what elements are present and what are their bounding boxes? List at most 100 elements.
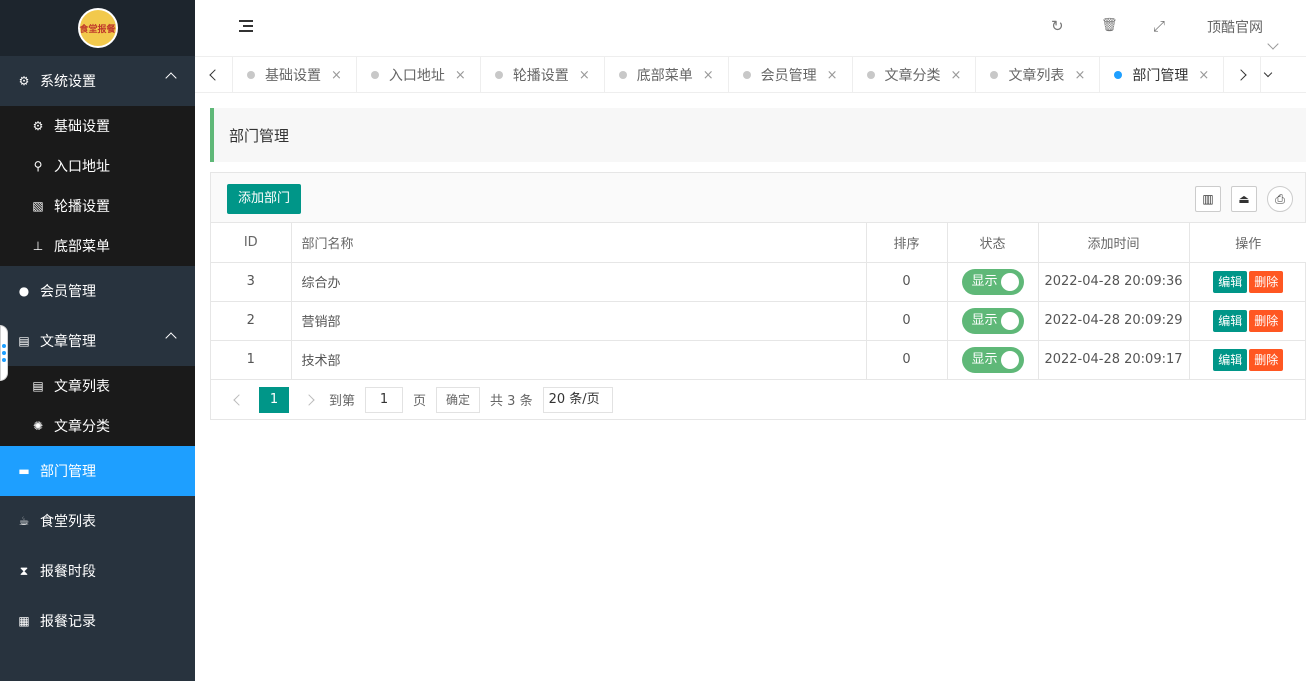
tab-departments[interactable]: 部门管理 × <box>1099 57 1223 93</box>
close-icon[interactable]: × <box>1198 68 1209 83</box>
sidebar-item-article-category[interactable]: ✺ 文章分类 <box>0 406 195 446</box>
sidebar-item-meal-periods[interactable]: ⧗ 报餐时段 <box>0 546 195 596</box>
sidebar-item-entry-address[interactable]: ⚲ 入口地址 <box>0 146 195 186</box>
sidebar-item-label: 入口地址 <box>54 159 110 175</box>
top-header: ↻ 🗑 ⤢ 顶酷官网 ⋮ <box>195 0 1306 56</box>
tab-dot <box>990 71 999 79</box>
chevron-down-icon[interactable] <box>1267 38 1279 50</box>
official-site-link[interactable]: 顶酷官网 <box>1207 17 1263 37</box>
user-icon: ● <box>18 284 30 298</box>
tab-article-category[interactable]: 文章分类 × <box>851 57 976 93</box>
sidebar-item-label: 会员管理 <box>40 284 96 300</box>
column-header-name[interactable]: 部门名称 <box>291 223 867 263</box>
tab-options-button[interactable] <box>1260 57 1274 93</box>
cell-status: 显示 <box>947 262 1039 302</box>
close-icon[interactable]: × <box>951 68 962 83</box>
edit-button[interactable]: 编辑 <box>1213 270 1248 293</box>
table-row[interactable]: 2 营销部 0 显示 2022-04-28 20:09:29 编辑 删除 <box>211 301 1306 341</box>
tab-bottom-menu[interactable]: 底部菜单 × <box>603 57 728 93</box>
tab-dot <box>618 71 627 79</box>
tab-scroll-right-button[interactable] <box>1223 57 1260 93</box>
prev-page-icon[interactable] <box>233 393 245 406</box>
sidebar-item-label: 文章分类 <box>54 419 110 435</box>
columns-filter-button[interactable]: ▥ <box>1195 186 1221 212</box>
tab-dot <box>1114 71 1123 79</box>
goto-confirm-button[interactable]: 确定 <box>436 386 481 413</box>
tab-article-list[interactable]: 文章列表 × <box>975 57 1099 93</box>
cell-time: 2022-04-28 20:09:29 <box>1038 301 1190 341</box>
current-page-button[interactable]: 1 <box>259 386 289 413</box>
sidebar-item-articles[interactable]: ▤ 文章管理 <box>0 316 195 366</box>
tab-members[interactable]: 会员管理 × <box>727 57 852 93</box>
sidebar-drag-handle[interactable] <box>0 325 8 381</box>
delete-button[interactable]: 删除 <box>1249 309 1284 332</box>
edit-button[interactable]: 编辑 <box>1213 309 1248 332</box>
sidebar-item-article-list[interactable]: ▤ 文章列表 <box>0 366 195 406</box>
trash-icon[interactable]: 🗑 <box>1101 18 1118 33</box>
status-toggle[interactable]: 显示 <box>961 268 1024 295</box>
sidebar-item-canteens[interactable]: ☕ 食堂列表 <box>0 496 195 546</box>
gears-icon: ⚙ <box>18 74 30 88</box>
sidebar-item-system-settings[interactable]: ⚙ 系统设置 <box>0 56 195 106</box>
export-button[interactable]: ⏏ <box>1231 186 1257 212</box>
close-icon[interactable]: × <box>827 68 838 83</box>
sidebar-item-carousel-settings[interactable]: ▧ 轮播设置 <box>0 186 195 226</box>
tab-carousel-settings[interactable]: 轮播设置 × <box>479 57 604 93</box>
handle-dot <box>2 351 6 355</box>
gear-icon: ⚙ <box>32 119 44 133</box>
logo[interactable]: 食堂报餐 <box>0 0 195 56</box>
column-header-sort[interactable]: 排序 <box>866 223 948 263</box>
sidebar-item-meal-records[interactable]: ▦ 报餐记录 <box>0 596 195 646</box>
delete-button[interactable]: 删除 <box>1249 348 1284 371</box>
search-icon: ⚲ <box>33 159 43 173</box>
close-icon[interactable]: × <box>455 68 466 83</box>
table-row[interactable]: 3 综合办 0 显示 2022-04-28 20:09:36 编辑 删除 <box>211 262 1306 302</box>
status-toggle[interactable]: 显示 <box>961 346 1024 373</box>
tab-dot <box>494 71 503 79</box>
column-header-time[interactable]: 添加时间 <box>1038 223 1190 263</box>
tab-entry-address[interactable]: 入口地址 × <box>355 57 480 93</box>
close-icon[interactable]: × <box>579 68 590 83</box>
close-icon[interactable]: × <box>703 68 714 83</box>
hourglass-icon: ⧗ <box>19 563 29 578</box>
close-icon[interactable]: × <box>1074 68 1085 83</box>
add-department-button[interactable]: 添加部门 <box>227 184 302 214</box>
handle-dot <box>2 358 6 362</box>
column-header-id[interactable]: ID <box>211 223 292 263</box>
page-size-select[interactable]: 20 条/页 <box>542 386 613 413</box>
delete-button[interactable]: 删除 <box>1249 270 1284 293</box>
tab-bar: 基础设置 × 入口地址 × 轮播设置 × 底部菜单 × 会员管理 × 文章分类 × 文章列表… <box>195 56 1306 93</box>
goto-page-input[interactable] <box>365 386 404 413</box>
sidebar-item-departments[interactable]: ▬ 部门管理 <box>0 446 195 496</box>
fullscreen-icon[interactable]: ⤢ <box>1153 17 1165 35</box>
cell-name: 营销部 <box>291 301 867 341</box>
cell-time: 2022-04-28 20:09:17 <box>1038 340 1190 380</box>
print-button[interactable]: ⎙ <box>1267 186 1293 212</box>
tab-basic-settings[interactable]: 基础设置 × <box>232 57 356 93</box>
sidebar-item-members[interactable]: ● 会员管理 <box>0 266 195 316</box>
status-toggle[interactable]: 显示 <box>961 307 1024 334</box>
edit-button[interactable]: 编辑 <box>1213 348 1248 371</box>
sidebar-item-basic-settings[interactable]: ⚙ 基础设置 <box>0 106 195 146</box>
department-table-panel: 添加部门 ▥ ⏏ ⎙ ID 部门名称 排序 状态 添加时间 操作 3 综合办 0… <box>210 172 1306 420</box>
refresh-icon[interactable]: ↻ <box>1051 17 1064 35</box>
tab-scroll-left-button[interactable] <box>195 57 232 93</box>
column-header-status[interactable]: 状态 <box>947 223 1039 263</box>
sidebar-item-label: 文章列表 <box>54 379 110 395</box>
next-page-icon[interactable] <box>303 393 315 406</box>
chevron-right-icon <box>1235 69 1247 81</box>
sidebar-item-bottom-menu[interactable]: ⊥ 底部菜单 <box>0 226 195 266</box>
cell-ops: 编辑 删除 <box>1189 340 1306 380</box>
table-row[interactable]: 1 技术部 0 显示 2022-04-28 20:09:17 编辑 删除 <box>211 340 1306 380</box>
close-icon[interactable]: × <box>331 68 342 83</box>
chevron-up-icon <box>165 72 177 84</box>
handle-dot <box>2 344 6 348</box>
chevron-left-icon <box>209 69 221 81</box>
cell-status: 显示 <box>947 301 1039 341</box>
sidebar-item-label: 文章管理 <box>40 334 96 350</box>
image-icon: ▧ <box>32 199 44 213</box>
more-icon[interactable]: ⋮ <box>1301 17 1306 33</box>
pagination: 1 到第 页 确定 共 3 条 20 条/页 <box>211 380 1305 420</box>
sidebar-toggle-icon[interactable] <box>239 20 253 32</box>
sidebar-item-label: 基础设置 <box>54 119 110 135</box>
